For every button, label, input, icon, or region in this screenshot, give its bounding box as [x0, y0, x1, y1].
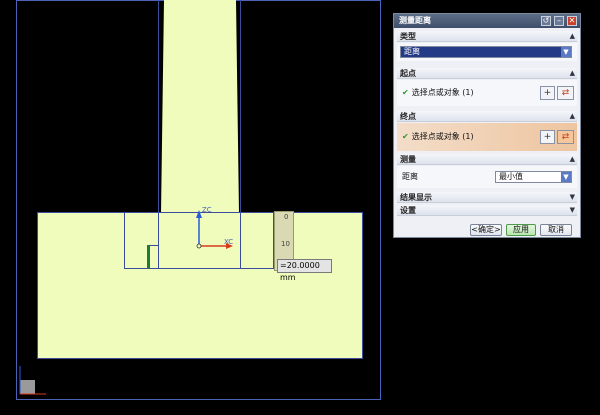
section-type-body: 距离 ▼	[397, 43, 577, 61]
section-end-header[interactable]: 终点 ▲	[397, 111, 577, 122]
type-select[interactable]: 距离 ▼	[400, 46, 572, 58]
point-snap-icon[interactable]: +	[540, 130, 555, 144]
zc-label: ZC	[202, 206, 212, 214]
chevron-up-icon: ▲	[569, 69, 575, 77]
section-start-body: ✔ 选择点或对象 (1) + ⇄	[397, 80, 577, 106]
end-select-text: 选择点或对象 (1)	[411, 132, 474, 141]
measure-distance-dialog: 测量距离 ↺ – ✕ 类型 ▲ 距离 ▼ 起点 ▲ ✔ 选择点或对象 (1) + …	[393, 13, 581, 238]
close-icon[interactable]: ✕	[567, 16, 577, 26]
section-measure-title: 测量	[400, 155, 416, 164]
ruler-tick-0: 0	[284, 213, 289, 221]
distance-mode-label: 距离	[402, 172, 418, 181]
cancel-button[interactable]: 取消	[540, 224, 572, 236]
chevron-down-icon: ▼	[569, 206, 575, 214]
xc-label: XC	[224, 238, 234, 246]
chevron-down-icon: ▼	[561, 172, 571, 182]
section-type-header[interactable]: 类型 ▲	[397, 31, 577, 42]
check-icon: ✔	[402, 88, 409, 97]
ok-button[interactable]: <确定>	[470, 224, 502, 236]
section-result-header[interactable]: 结果显示 ▼	[397, 192, 577, 203]
section-measure-body: 距离 最小值 ▼	[397, 166, 577, 188]
type-select-value: 距离	[404, 47, 420, 56]
section-measure-header[interactable]: 测量 ▲	[397, 154, 577, 165]
section-end-title: 终点	[400, 112, 416, 121]
minimize-icon[interactable]: –	[554, 16, 564, 26]
start-select-row[interactable]: ✔ 选择点或对象 (1)	[402, 87, 474, 98]
vector-icon[interactable]: ⇄	[557, 86, 574, 100]
distance-mode-value: 最小值	[499, 172, 523, 181]
dialog-title: 测量距离	[399, 16, 431, 25]
dialog-titlebar[interactable]: 测量距离	[394, 14, 580, 28]
distance-mode-select[interactable]: 最小值 ▼	[495, 171, 572, 183]
end-select-row[interactable]: ✔ 选择点或对象 (1)	[402, 131, 474, 142]
section-result-title: 结果显示	[400, 193, 432, 202]
section-type-title: 类型	[400, 32, 416, 41]
section-settings-header[interactable]: 设置 ▼	[397, 205, 577, 216]
section-settings-title: 设置	[400, 206, 416, 215]
reset-icon[interactable]: ↺	[541, 16, 551, 26]
chevron-down-icon: ▼	[569, 193, 575, 201]
start-select-text: 选择点或对象 (1)	[411, 88, 474, 97]
section-start-title: 起点	[400, 69, 416, 78]
section-start-header[interactable]: 起点 ▲	[397, 68, 577, 79]
section-end-body: ✔ 选择点或对象 (1) + ⇄	[397, 123, 577, 151]
ruler-tick-10: 10	[281, 240, 290, 248]
check-icon: ✔	[402, 132, 409, 141]
apply-button[interactable]: 应用	[506, 224, 536, 236]
vector-icon[interactable]: ⇄	[557, 130, 574, 144]
distance-readout: =20.0000 mm	[277, 259, 332, 282]
point-snap-icon[interactable]: +	[540, 86, 555, 100]
chevron-up-icon: ▲	[569, 112, 575, 120]
chevron-up-icon: ▲	[569, 155, 575, 163]
chevron-up-icon: ▲	[569, 32, 575, 40]
chevron-down-icon: ▼	[561, 47, 571, 57]
